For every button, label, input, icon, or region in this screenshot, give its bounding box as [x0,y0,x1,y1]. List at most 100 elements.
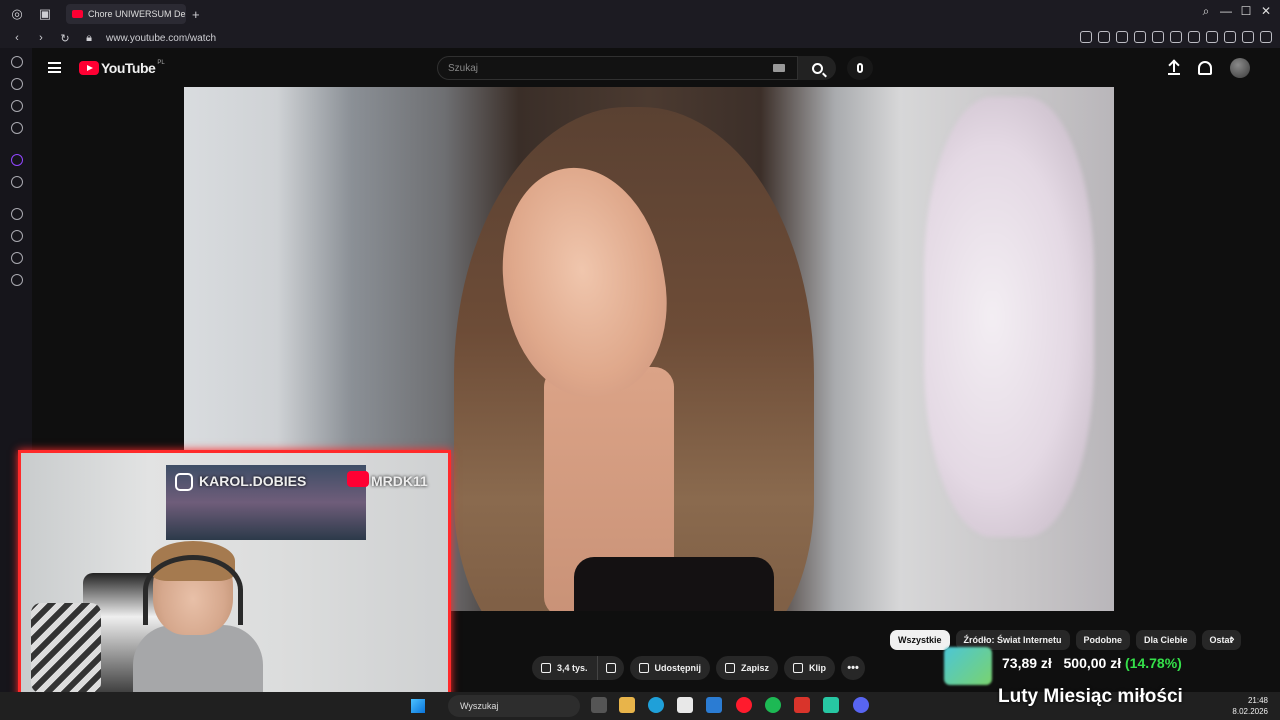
clip-label: Klip [809,663,827,673]
back-icon[interactable]: ‹ [10,32,24,44]
like-count: 3,4 tys. [557,663,588,673]
headphones-icon [143,555,243,625]
search-button[interactable] [798,56,836,80]
ai-icon[interactable] [1242,31,1254,43]
youtube-logo-text: YouTube [101,60,156,76]
address-bar: ‹ › ↻ 🔒︎ www.youtube.com/watch [0,28,1280,48]
video-frame-garment [574,557,774,611]
youtube-favicon-icon [72,10,83,18]
pin-icon[interactable] [1080,31,1092,43]
new-tab-icon[interactable]: + [192,7,200,22]
sidebar-extensions-icon[interactable] [11,252,23,264]
address-bar-tools [1080,31,1272,43]
antivirus-icon[interactable] [794,697,810,713]
taskbar-search-label: Wyszukaj [460,701,499,711]
avatar[interactable] [1230,58,1250,78]
play-icon[interactable] [1134,31,1146,43]
search-input[interactable]: Szukaj [437,56,798,80]
lock-icon: 🔒︎ [86,31,92,44]
sidebar-x-icon[interactable] [11,176,23,188]
clip-button[interactable]: Klip [784,656,836,680]
more-actions-button[interactable]: ••• [841,656,866,680]
youtube-play-icon [79,61,99,75]
header-actions [1168,58,1250,78]
thumbs-up-icon [541,663,551,673]
search-placeholder: Szukaj [448,62,479,74]
mail-icon[interactable] [706,697,722,713]
system-tray-clock[interactable]: 21:48 8.02.2026 [1232,695,1268,717]
workspaces-icon[interactable]: ▣ [34,3,56,25]
browser-logo-icon[interactable]: ◎ [6,3,28,25]
voice-search-button[interactable] [847,56,873,80]
tab-title: Chore UNIWERSUM Denis [88,9,186,19]
task-view-icon[interactable] [591,697,607,713]
start-icon[interactable] [411,699,425,713]
menu-icon[interactable] [1260,31,1272,43]
video-frame-cloth [924,97,1094,537]
account-icon[interactable] [1206,31,1218,43]
donation-goal: 73,89 zł 500,00 zł (14.78%) [944,645,1264,687]
discord-icon[interactable] [853,697,869,713]
clock-date: 8.02.2026 [1232,707,1268,716]
streamer-body [133,625,263,695]
sidebar-pinboard-icon[interactable] [11,100,23,112]
scissors-icon [793,663,804,673]
country-code: PL [157,60,165,66]
donation-goal-text: 73,89 zł 500,00 zł (14.78%) [1002,655,1182,671]
webcam-overlay: KAROL.DOBIES MRDK11 [18,450,451,698]
download-icon[interactable] [1224,31,1236,43]
sidebar-player-icon[interactable] [11,208,23,220]
like-button[interactable]: 3,4 tys. [532,656,598,680]
save-label: Zapisz [741,663,770,673]
sidebar-twitch-icon[interactable] [11,154,23,166]
taskbar-search[interactable]: Wyszukaj [448,695,580,717]
browser-tab-bar: ◎ ▣ Chore UNIWERSUM Denis + ⌕ — ☐ ✕ [0,0,1280,28]
dislike-button[interactable] [597,656,624,680]
youtube-header: YouTube PL Szukaj [32,48,1268,88]
chevron-right-icon[interactable]: › [1230,630,1235,646]
heart-icon[interactable] [1152,31,1164,43]
file-explorer-icon[interactable] [619,697,635,713]
sidebar-aria-icon[interactable] [11,56,23,68]
shield-icon[interactable] [1116,31,1128,43]
search-icon [811,62,823,74]
reload-icon[interactable]: ↻ [58,32,72,45]
video-actions: 3,4 tys. Udostępnij Zapisz Klip ••• [532,656,866,680]
clock-time: 21:48 [1247,696,1268,705]
upload-icon[interactable] [1168,61,1180,75]
spotify-icon[interactable] [765,697,781,713]
chip-all[interactable]: Wszystkie [890,630,950,650]
save-button[interactable]: Zapisz [716,656,779,680]
browser-tab[interactable]: Chore UNIWERSUM Denis [66,4,186,24]
close-icon[interactable]: ✕ [1260,4,1272,19]
forward-icon[interactable]: › [34,32,48,44]
minimize-icon[interactable]: — [1220,4,1232,19]
donation-current: 73,89 zł [1002,655,1052,671]
youtube-handle: MRDK11 [371,473,428,489]
microphone-icon [857,63,863,73]
wallet-icon[interactable] [1188,31,1200,43]
store-icon[interactable] [677,697,693,713]
browser-search-icon[interactable]: ⌕ [1200,4,1212,19]
snapshot-icon[interactable] [1098,31,1110,43]
youtube-logo[interactable]: YouTube PL [79,60,165,76]
opera-icon[interactable] [736,697,752,713]
thumbs-down-icon [605,663,616,673]
sidebar-settings-icon[interactable] [11,274,23,286]
sidebar-news-icon[interactable] [11,122,23,134]
url-field[interactable]: www.youtube.com/watch [106,33,216,44]
share-button[interactable]: Udostępnij [629,656,711,680]
hamburger-menu-icon[interactable] [48,62,61,73]
maximize-icon[interactable]: ☐ [1240,4,1252,19]
app-icon[interactable] [823,697,839,713]
edge-icon[interactable] [648,697,664,713]
sidebar-crypto-icon[interactable] [11,78,23,90]
notifications-bell-icon[interactable] [1198,61,1212,75]
window-controls: ⌕ — ☐ ✕ [1200,4,1272,19]
share-icon [638,663,649,673]
keyboard-icon[interactable] [773,64,785,72]
sidebar-history-icon[interactable] [11,230,23,242]
extensions-icon[interactable] [1170,31,1182,43]
instagram-handle: KAROL.DOBIES [199,473,307,489]
youtube-overlay-icon [347,471,369,487]
